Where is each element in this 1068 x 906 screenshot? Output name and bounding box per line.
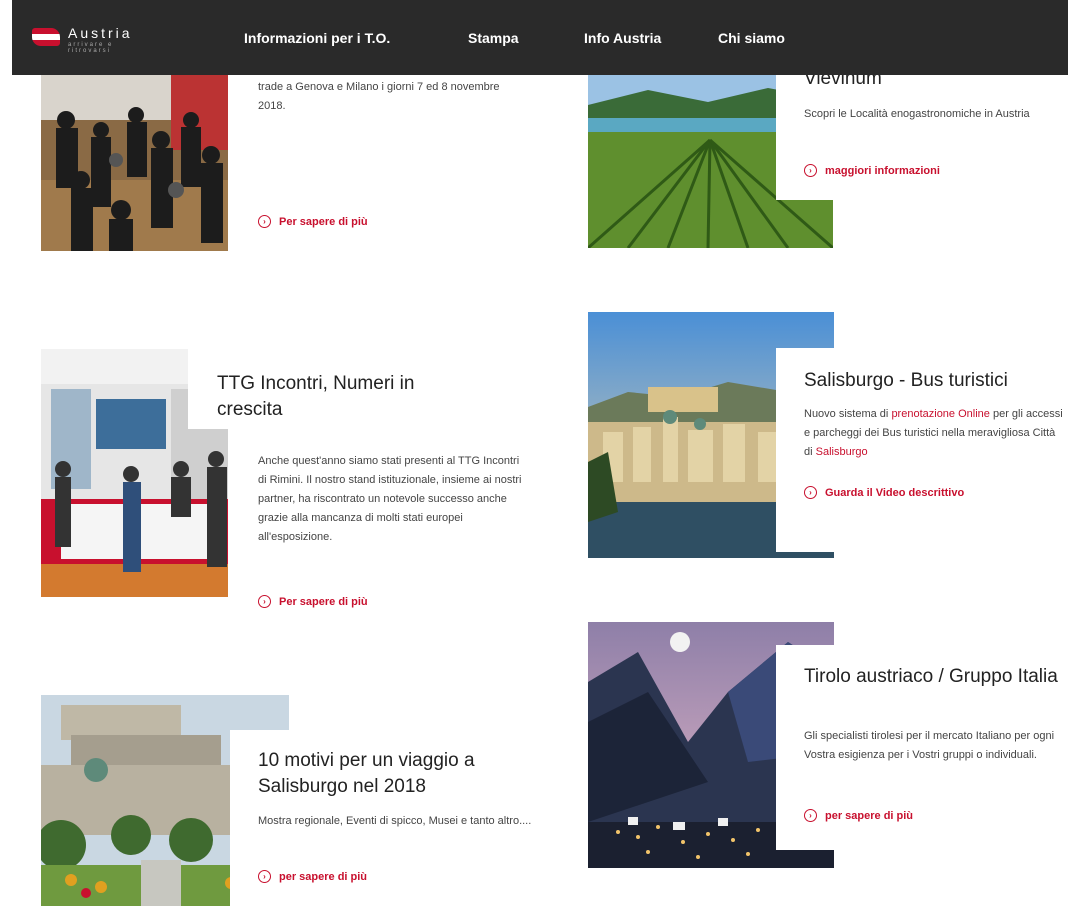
chevron-right-circle-icon: › [804,164,817,177]
article-image-trade-fair[interactable] [41,60,228,251]
chevron-right-circle-icon: › [804,486,817,499]
prenotazione-online-link[interactable]: prenotazione Online [891,408,989,420]
article-5-title[interactable]: Salisburgo - Bus turistici [804,368,1064,394]
article-2-read-more-link[interactable]: › Per sapere di più [258,595,368,608]
article-5-video-link[interactable]: › Guarda il Video descrittivo [804,486,964,499]
article-2-description: Anche quest'anno siamo stati presenti al… [258,455,522,543]
top-navigation-bar: Austria arrivare e ritrovarsi Informazio… [12,0,1068,75]
article-6-read-more-link[interactable]: › per sapere di più [804,809,913,822]
nav-item-info-austria[interactable]: Info Austria [584,30,661,46]
article-5-description: Nuovo sistema di prenotazione Online per… [804,405,1066,462]
salisburgo-link[interactable]: Salisburgo [816,446,868,458]
nav-item-chi-siamo[interactable]: Chi siamo [718,30,785,46]
article-3-title[interactable]: 10 motivi per un viaggio a Salisburgo ne… [258,748,538,800]
chevron-right-circle-icon: › [258,870,271,883]
article-4-read-more-link[interactable]: › maggiori informazioni [804,164,940,177]
article-1-description: trade a Genova e Milano i giorni 7 ed 8 … [258,81,500,112]
nav-item-informazioni-to[interactable]: Informazioni per i T.O. [244,30,390,46]
article-5-desc-text-a: Nuovo sistema di [804,408,892,420]
chevron-right-circle-icon: › [258,215,271,228]
logo-tagline: arrivare e ritrovarsi [68,42,114,54]
logo-brand-name: Austria [68,25,133,41]
article-6-title[interactable]: Tirolo austriaco / Gruppo Italia [804,664,1064,690]
article-6-description: Gli specialisti tirolesi per il mercato … [804,730,1055,761]
nav-item-stampa[interactable]: Stampa [468,30,519,46]
article-4-description: Scopri le Località enogastronomiche in A… [804,108,1030,120]
article-6-cta-label: per sapere di più [825,809,914,822]
austria-flag-icon [32,28,60,46]
article-1-cta-label: Per sapere di più [279,215,368,228]
article-5-cta-label: Guarda il Video descrittivo [825,486,965,499]
chevron-right-circle-icon: › [258,595,271,608]
article-4-cta-label: maggiori informazioni [825,164,940,177]
chevron-right-circle-icon: › [804,809,817,822]
article-2-title[interactable]: TTG Incontri, Numeri in crescita [217,371,477,423]
article-3-description: Mostra regionale, Eventi di spicco, Muse… [258,815,532,827]
austria-logo[interactable]: Austria arrivare e ritrovarsi [32,22,142,54]
article-3-cta-label: per sapere di più [279,870,368,883]
article-3-read-more-link[interactable]: › per sapere di più [258,870,367,883]
article-1-read-more-link[interactable]: › Per sapere di più [258,215,368,228]
article-2-cta-label: Per sapere di più [279,595,368,608]
